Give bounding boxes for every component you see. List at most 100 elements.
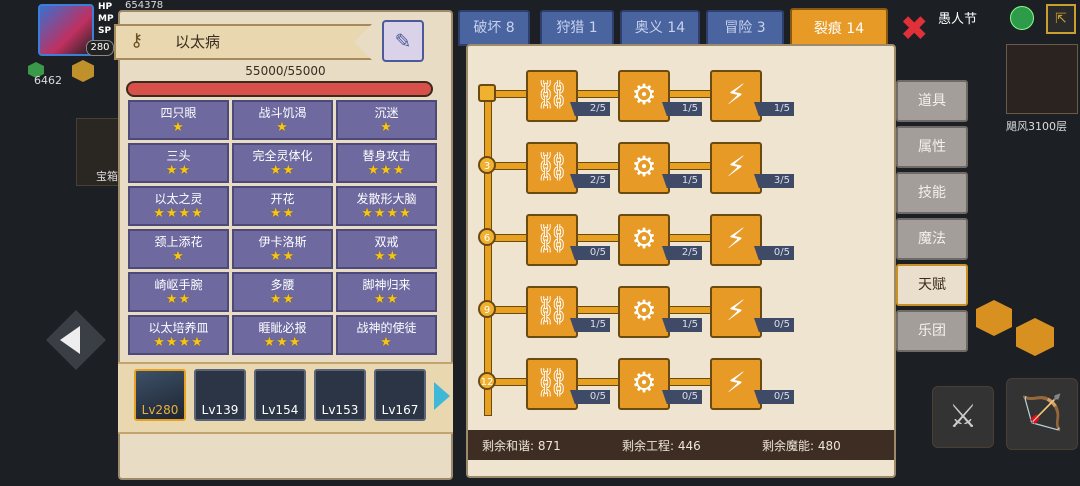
hp-label: HP: [98, 2, 113, 12]
trait-cell[interactable]: 开花 ★★: [232, 186, 333, 226]
trait-cell[interactable]: 以太培养皿 ★★★★: [128, 315, 229, 355]
token-icon: [72, 60, 94, 82]
trait-stars: ★★: [269, 292, 296, 307]
talent-skill[interactable]: ⛓: [526, 142, 578, 194]
trait-name: 发散形大脑: [356, 192, 417, 206]
trait-cell[interactable]: 脚神归来 ★★: [336, 272, 437, 312]
talent-skill[interactable]: ⚙: [618, 214, 670, 266]
trait-stars: ★★: [373, 249, 400, 264]
talent-skill[interactable]: ⛓: [526, 358, 578, 410]
trait-name: 战斗饥渴: [258, 106, 307, 120]
trait-name: 脚神归来: [362, 278, 411, 292]
trait-cell[interactable]: 战斗饥渴 ★: [232, 100, 333, 140]
talent-skill[interactable]: ⚙: [618, 70, 670, 122]
syringe-button[interactable]: ✎: [382, 20, 424, 62]
side-menu-item[interactable]: 道具: [896, 80, 968, 122]
tab-0[interactable]: 破坏 8: [458, 10, 530, 46]
skill-shortcut-2[interactable]: [1016, 318, 1054, 356]
talent-skill[interactable]: ⛓: [526, 70, 578, 122]
trait-stars: ★: [172, 249, 185, 264]
talent-skill[interactable]: ⛓: [526, 214, 578, 266]
trait-name: 颈上添花: [154, 235, 203, 249]
trait-stars: ★★: [373, 292, 400, 307]
trait-name: 以太培养皿: [148, 321, 209, 335]
trait-name: 三头: [166, 149, 191, 163]
tab-3[interactable]: 冒险 3: [706, 10, 784, 46]
trait-cell[interactable]: 以太之灵 ★★★★: [128, 186, 229, 226]
talent-skill[interactable]: ⚙: [618, 142, 670, 194]
trait-stars: ★: [380, 120, 393, 135]
trait-cell[interactable]: 颈上添花 ★: [128, 229, 229, 269]
exit-icon[interactable]: ⇱: [1046, 4, 1076, 34]
talent-skill[interactable]: ⚡: [710, 70, 762, 122]
trait-cell[interactable]: 完全灵体化 ★★: [232, 143, 333, 183]
trait-stars: ★★: [269, 163, 296, 178]
talent-count: 3/5: [754, 174, 794, 188]
talent-count: 0/5: [754, 390, 794, 404]
talent-skill[interactable]: ⚙: [618, 286, 670, 338]
gem-count: 6462: [34, 74, 62, 87]
trait-cell[interactable]: 睚眦必报 ★★★: [232, 315, 333, 355]
talent-count: 1/5: [570, 318, 610, 332]
talent-count: 0/5: [754, 318, 794, 332]
claw-slash-icon: ⚡: [726, 150, 746, 183]
talent-count: 2/5: [662, 246, 702, 260]
next-page-icon[interactable]: [434, 382, 450, 410]
trait-cell[interactable]: 双戒 ★★: [336, 229, 437, 269]
trait-cell[interactable]: 多腰 ★★: [232, 272, 333, 312]
talent-skill[interactable]: ⚡: [710, 142, 762, 194]
chain-link-icon: ⛓: [534, 78, 570, 111]
trait-name: 替身攻击: [362, 149, 411, 163]
player-level-badge: 280: [86, 40, 114, 56]
side-menu-item[interactable]: 技能: [896, 172, 968, 214]
close-icon[interactable]: ✖: [900, 12, 929, 46]
trait-name: 以太之灵: [154, 192, 203, 206]
minimap[interactable]: [1006, 44, 1078, 114]
pet-slot[interactable]: Lv167: [374, 369, 426, 421]
trait-stars: ★★★★: [361, 206, 412, 221]
tree-level-node: 6: [478, 228, 496, 246]
talent-skill[interactable]: ⛓: [526, 286, 578, 338]
talent-count: 1/5: [662, 174, 702, 188]
trait-name: 完全灵体化: [252, 149, 313, 163]
bow-icon[interactable]: 🏹: [1006, 378, 1078, 450]
remaining-engineering: 剩余工程: 446: [622, 439, 701, 453]
pet-slot[interactable]: Lv139: [194, 369, 246, 421]
sword-icon[interactable]: ⚔: [932, 386, 994, 448]
pet-level: Lv167: [381, 403, 419, 417]
talent-count: 0/5: [570, 390, 610, 404]
trait-stars: ★★: [269, 249, 296, 264]
tree-level-node: 9: [478, 300, 496, 318]
trait-cell[interactable]: 发散形大脑 ★★★★: [336, 186, 437, 226]
talent-count: 1/5: [662, 318, 702, 332]
side-menu-item[interactable]: 属性: [896, 126, 968, 168]
tab-2[interactable]: 奥义 14: [620, 10, 700, 46]
globe-icon[interactable]: [1010, 6, 1034, 30]
talent-skill[interactable]: ⚙: [618, 358, 670, 410]
talent-skill[interactable]: ⚡: [710, 358, 762, 410]
talent-count: 0/5: [570, 246, 610, 260]
trait-cell[interactable]: 沉迷 ★: [336, 100, 437, 140]
side-menu-item[interactable]: 魔法: [896, 218, 968, 260]
skill-shortcut-1[interactable]: [976, 300, 1012, 336]
chain-link-icon: ⛓: [534, 294, 570, 327]
side-menu-item[interactable]: 天赋: [896, 264, 968, 306]
side-menu-item[interactable]: 乐团: [896, 310, 968, 352]
trait-cell[interactable]: 三头 ★★: [128, 143, 229, 183]
pet-level: Lv154: [261, 403, 299, 417]
trait-cell[interactable]: 替身攻击 ★★★: [336, 143, 437, 183]
trait-cell[interactable]: 四只眼 ★: [128, 100, 229, 140]
pet-slot[interactable]: Lv154: [254, 369, 306, 421]
pet-level: Lv139: [201, 403, 239, 417]
pet-slot[interactable]: Lv153: [314, 369, 366, 421]
trait-cell[interactable]: 战神的使徒 ★: [336, 315, 437, 355]
pet-slot[interactable]: Lv280: [134, 369, 186, 421]
trait-cell[interactable]: 伊卡洛斯 ★★: [232, 229, 333, 269]
tab-1[interactable]: 狩猎 1: [540, 10, 614, 46]
trait-name: 双戒: [374, 235, 399, 249]
talent-skill[interactable]: ⚡: [710, 214, 762, 266]
talent-skill[interactable]: ⚡: [710, 286, 762, 338]
event-date: 愚人节: [938, 12, 978, 27]
trait-cell[interactable]: 崎岖手腕 ★★: [128, 272, 229, 312]
mp-label: MP: [98, 14, 114, 24]
